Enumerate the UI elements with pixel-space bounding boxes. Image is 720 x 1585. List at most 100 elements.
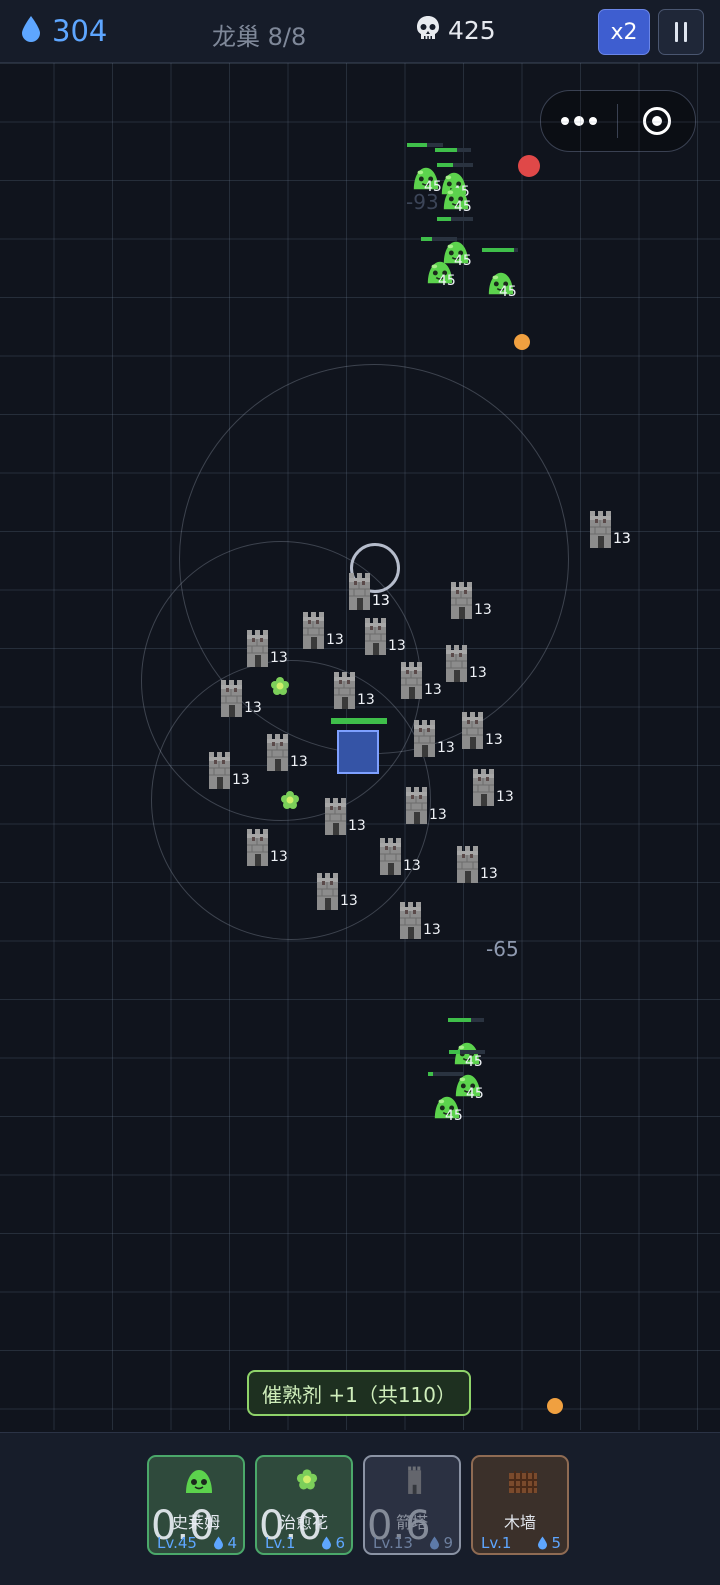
card-heal-flower[interactable]: 治愈花 0.0 Lv.1 6 xyxy=(255,1455,353,1555)
heal-flower[interactable] xyxy=(280,790,300,810)
tower-level: 13 xyxy=(270,650,288,666)
slime-health-bar xyxy=(435,148,471,152)
card-slime[interactable]: 史莱姆 0.0 Lv.45 4 xyxy=(147,1455,245,1555)
card-level: Lv.1 xyxy=(481,1534,512,1552)
arrow-tower[interactable]: 13 xyxy=(346,571,390,613)
enemy-slime[interactable]: 45 xyxy=(437,163,473,215)
arrow-tower[interactable]: 13 xyxy=(244,628,288,670)
tower-level: 13 xyxy=(437,740,455,756)
water-value: 304 xyxy=(52,14,108,48)
arrow-tower[interactable]: 13 xyxy=(314,871,358,913)
arrow-tower[interactable]: 13 xyxy=(411,718,455,760)
arrow-tower[interactable]: 13 xyxy=(331,670,375,712)
arrow-tower[interactable]: 13 xyxy=(470,767,514,809)
tower-level: 13 xyxy=(429,807,447,823)
slime-level: 45 xyxy=(454,199,472,215)
skull-icon xyxy=(416,15,440,45)
orb-pickup[interactable] xyxy=(547,1398,563,1414)
tower-level: 13 xyxy=(388,638,406,654)
tower-level: 13 xyxy=(613,531,631,547)
card-arrow-tower[interactable]: 箭塔 0.6 Lv.13 9 xyxy=(363,1455,461,1555)
slime-health-bar xyxy=(407,143,443,147)
heal-flower[interactable] xyxy=(270,676,290,696)
arrow-tower[interactable]: 13 xyxy=(459,710,503,752)
tower-level: 13 xyxy=(232,772,250,788)
wave-label: 龙巢 8/8 xyxy=(212,23,307,51)
card-level: Lv.13 xyxy=(373,1534,413,1552)
tower-level: 13 xyxy=(480,866,498,882)
card-wood-wall[interactable]: 木墙 Lv.1 5 xyxy=(471,1455,569,1555)
kill-value: 425 xyxy=(448,15,496,45)
water-drop-icon xyxy=(430,1536,440,1550)
enemy-slime[interactable]: 45 xyxy=(428,1072,464,1124)
base-core[interactable] xyxy=(337,730,379,774)
tower-level: 13 xyxy=(372,593,390,609)
arrow-tower[interactable]: 13 xyxy=(362,616,406,658)
tower-level: 13 xyxy=(357,692,375,708)
tower-level: 13 xyxy=(469,665,487,681)
orb-pickup[interactable] xyxy=(514,334,530,350)
card-level: Lv.45 xyxy=(157,1534,197,1552)
arrow-tower[interactable]: 13 xyxy=(206,750,250,792)
arrow-tower[interactable]: 13 xyxy=(398,660,442,702)
arrow-tower[interactable]: 13 xyxy=(218,678,262,720)
arrow-tower[interactable]: 13 xyxy=(443,643,487,685)
arrow-tower[interactable]: 13 xyxy=(397,900,441,942)
enemy-slime[interactable]: 45 xyxy=(482,248,518,300)
tower-level: 13 xyxy=(270,849,288,865)
water-drop-icon xyxy=(538,1536,548,1550)
flower-icon xyxy=(291,1465,323,1497)
water-drop-icon xyxy=(322,1536,332,1550)
slime-level: 45 xyxy=(465,1054,483,1070)
slime-health-bar xyxy=(448,1018,484,1022)
kill-counter: 425 xyxy=(416,15,496,45)
water-drop-icon xyxy=(20,15,42,47)
tower-level: 13 xyxy=(423,922,441,938)
wall-icon xyxy=(507,1465,539,1497)
tower-level: 13 xyxy=(348,818,366,834)
arrow-tower[interactable]: 13 xyxy=(448,580,492,622)
top-hud: 304 龙巢 8/8 425 x2 xyxy=(0,0,720,63)
arrow-tower[interactable]: 13 xyxy=(300,610,344,652)
reward-toast: 催熟剂 +1（共110） xyxy=(247,1370,471,1416)
slime-health-bar xyxy=(428,1072,464,1076)
tower-level: 13 xyxy=(474,602,492,618)
arrow-tower[interactable]: 13 xyxy=(454,844,498,886)
unit-dock xyxy=(0,1432,720,1585)
tower-icon xyxy=(399,1465,431,1497)
slime-level: 45 xyxy=(438,273,456,289)
slime-level: 45 xyxy=(454,253,472,269)
tower-level: 13 xyxy=(496,789,514,805)
slime-health-bar xyxy=(449,1050,485,1054)
slime-icon xyxy=(183,1465,215,1497)
arrow-tower[interactable]: 13 xyxy=(377,836,421,878)
card-cost: 6 xyxy=(335,1534,345,1552)
slime-health-bar xyxy=(437,217,473,221)
arrow-tower[interactable]: 13 xyxy=(403,785,447,827)
core-health-bar xyxy=(331,718,387,724)
arrow-tower[interactable]: 13 xyxy=(244,827,288,869)
arrow-tower[interactable]: 13 xyxy=(587,509,631,551)
card-level: Lv.1 xyxy=(265,1534,296,1552)
slime-health-bar xyxy=(421,237,457,241)
slime-level: 45 xyxy=(466,1086,484,1102)
tower-level: 13 xyxy=(424,682,442,698)
arrow-tower[interactable]: 13 xyxy=(264,732,308,774)
arrow-tower[interactable]: 13 xyxy=(322,796,366,838)
enemy-slime[interactable]: 45 xyxy=(421,237,457,289)
tower-level: 13 xyxy=(403,858,421,874)
slime-level: 45 xyxy=(445,1108,463,1124)
tower-level: 13 xyxy=(326,632,344,648)
card-cost: 4 xyxy=(227,1534,237,1552)
water-stat: 304 xyxy=(20,14,107,48)
tower-level: 13 xyxy=(485,732,503,748)
enemy-marker xyxy=(518,155,540,177)
speed-button[interactable]: x2 xyxy=(598,9,650,55)
slime-health-bar xyxy=(437,163,473,167)
slime-level: 45 xyxy=(499,284,517,300)
card-cost: 5 xyxy=(551,1534,561,1552)
card-name: 木墙 xyxy=(503,1513,536,1532)
pause-button[interactable] xyxy=(658,9,704,55)
tower-level: 13 xyxy=(290,754,308,770)
enemy-slime[interactable]: 45 xyxy=(407,143,443,195)
